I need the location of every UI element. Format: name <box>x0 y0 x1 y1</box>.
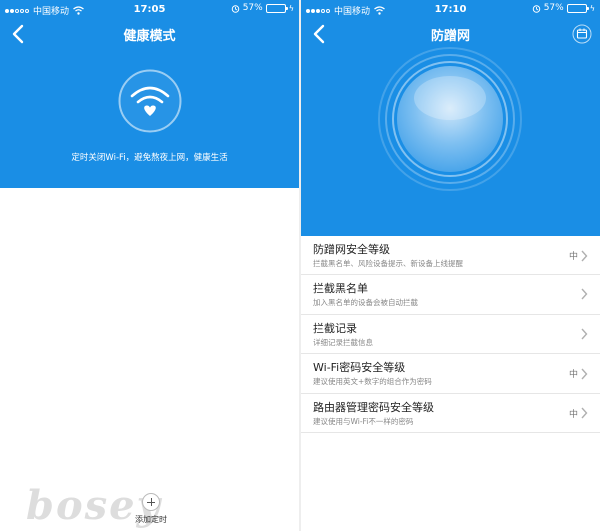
item-value: 中 <box>568 409 578 420</box>
header-panel: 中国移动 17:05 57% ϟ 健康模式 定时关闭Wi-Fi，避免熬夜上网，健… <box>0 0 299 188</box>
list-item[interactable]: 防蹭网安全等级 拦截黑名单、风险设备提示、新设备上线提醒 中 <box>301 236 600 276</box>
item-value: 中 <box>568 252 578 262</box>
battery-percent: 57% <box>543 3 564 13</box>
chevron-right-icon <box>581 407 588 419</box>
chevron-right-icon <box>581 328 588 340</box>
item-accessory: 中 <box>569 249 588 262</box>
health-mode-description: 定时关闭Wi-Fi，避免熬夜上网，健康生活 <box>71 153 228 163</box>
item-title: 路由器管理密码安全等级 <box>313 400 434 414</box>
alarm-icon <box>532 4 540 13</box>
status-right: 57% ϟ <box>532 3 595 13</box>
chevron-right-icon <box>581 250 588 261</box>
item-accessory: 中 <box>569 367 588 380</box>
item-subtitle: 拦截黑名单、风险设备提示、新设备上线提醒 <box>313 259 463 268</box>
back-arrow-icon[interactable] <box>309 23 331 45</box>
status-bar: 中国移动 17:10 57% ϟ <box>301 0 600 20</box>
item-title: Wi-Fi密码安全等级 <box>313 361 406 375</box>
calendar-icon[interactable] <box>572 24 592 44</box>
charging-icon: ϟ <box>288 3 294 13</box>
item-accessory: 中 <box>569 407 588 420</box>
status-bar: 中国移动 17:05 57% ϟ <box>0 0 299 20</box>
add-timer-label: 添加定时 <box>135 515 167 524</box>
battery-icon <box>566 3 589 13</box>
page-title: 健康模式 <box>123 29 176 44</box>
health-mode-screen: 中国移动 17:05 57% ϟ 健康模式 定时关闭Wi-Fi，避免熬夜上网，健… <box>0 0 299 531</box>
page-title: 防蹭网 <box>430 29 470 44</box>
back-arrow-icon[interactable] <box>8 23 30 45</box>
item-accessory <box>578 328 588 340</box>
wifi-heart-icon <box>118 69 182 133</box>
item-subtitle: 详细记录拦截信息 <box>313 337 373 347</box>
status-right: 57% ϟ <box>231 3 294 13</box>
item-title: 拦截记录 <box>313 321 357 335</box>
chevron-right-icon <box>581 288 588 300</box>
chevron-right-icon <box>581 368 588 380</box>
nav-bar: 防蹭网 <box>301 20 600 48</box>
settings-list: 防蹭网安全等级 拦截黑名单、风险设备提示、新设备上线提醒 中 拦截黑名单 加入黑… <box>301 236 600 433</box>
plus-icon[interactable] <box>142 493 160 511</box>
item-subtitle: 建议使用英文+数字的组合作为密码 <box>313 377 432 387</box>
nav-bar: 健康模式 <box>0 20 299 48</box>
item-title: 拦截黑名单 <box>313 282 368 296</box>
battery-icon <box>265 3 288 13</box>
item-value: 中 <box>568 370 578 381</box>
list-item[interactable]: 路由器管理密码安全等级 建议使用与Wi-Fi不一样的密码 中 <box>301 394 600 433</box>
list-item[interactable]: 拦截黑名单 加入黑名单的设备会被自动拦截 <box>301 275 600 315</box>
item-title: 防蹭网安全等级 <box>313 243 390 256</box>
shield-scan-icon <box>378 47 522 191</box>
alarm-icon <box>231 4 239 13</box>
item-subtitle: 建议使用与Wi-Fi不一样的密码 <box>313 416 414 426</box>
header-panel: 中国移动 17:10 57% ϟ 防蹭网 <box>301 0 600 236</box>
anti-rub-network-screen: 中国移动 17:10 57% ϟ 防蹭网 防蹭网安全等级 拦截黑名单、风险设备提… <box>301 0 600 531</box>
item-subtitle: 加入黑名单的设备会被自动拦截 <box>313 298 418 308</box>
list-item[interactable]: Wi-Fi密码安全等级 建议使用英文+数字的组合作为密码 中 <box>301 354 600 394</box>
add-timer-button[interactable]: 添加定时 <box>128 493 174 525</box>
item-accessory <box>578 288 588 300</box>
list-item[interactable]: 拦截记录 详细记录拦截信息 <box>301 315 600 355</box>
battery-percent: 57% <box>242 3 263 13</box>
charging-icon: ϟ <box>589 3 595 13</box>
